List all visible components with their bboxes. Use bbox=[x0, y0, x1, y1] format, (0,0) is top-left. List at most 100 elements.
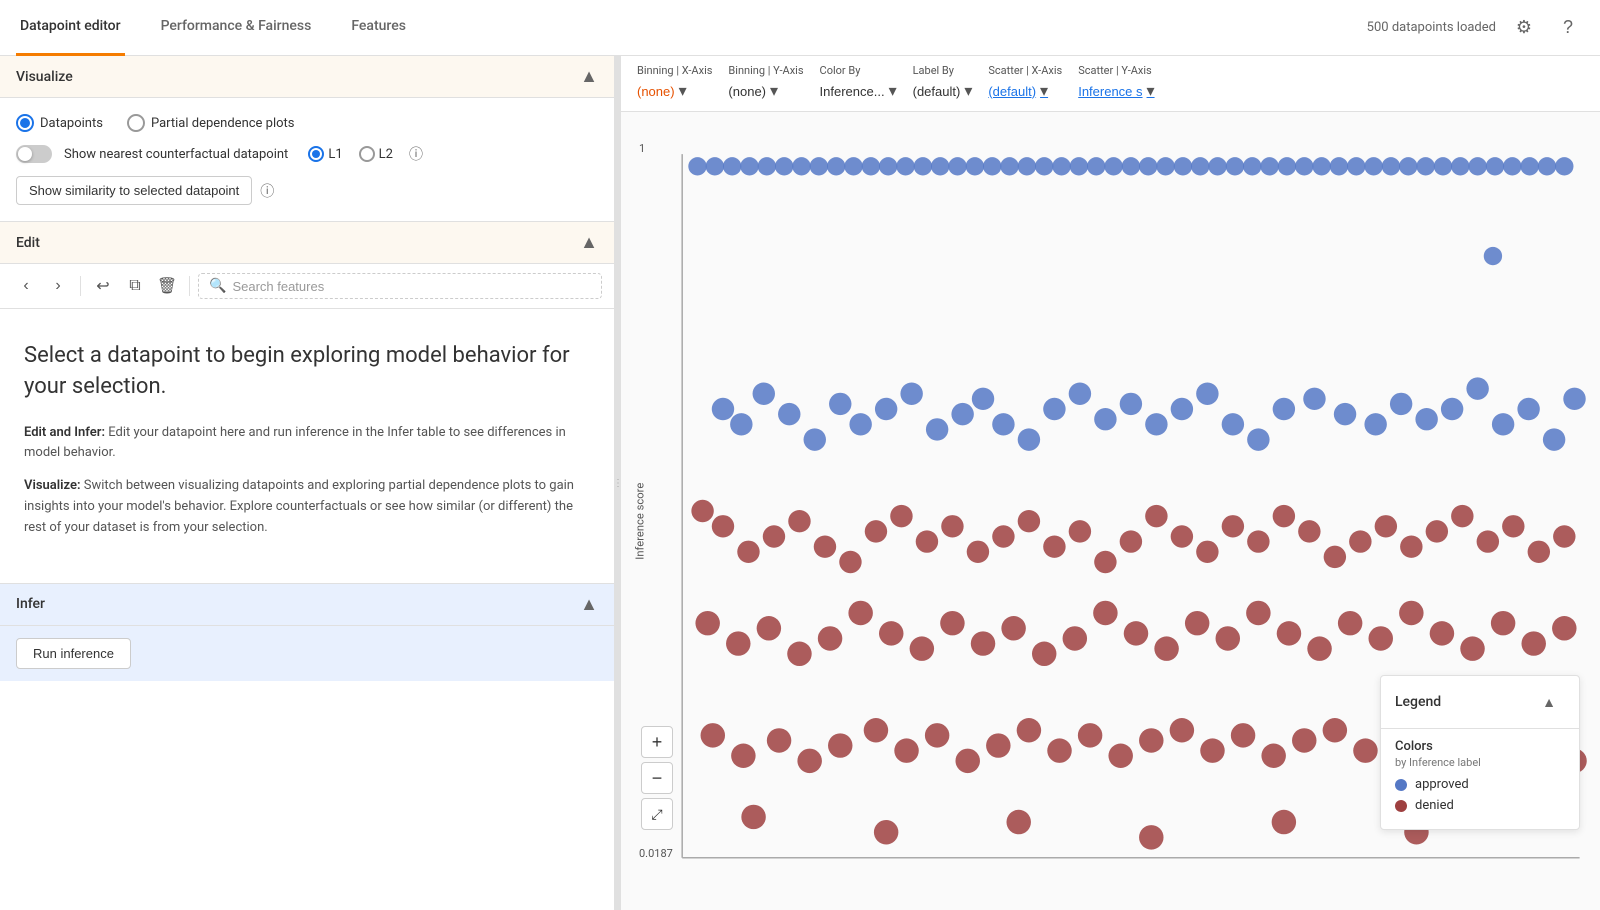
left-panel: Visualize ▲ Datapoints Partial dependenc… bbox=[0, 56, 615, 910]
toggle-knob bbox=[18, 147, 32, 161]
search-input[interactable] bbox=[232, 279, 591, 294]
search-icon: 🔍 bbox=[209, 278, 226, 294]
counterfactual-label: Show nearest counterfactual datapoint bbox=[64, 147, 288, 162]
legend-item-denied: denied bbox=[1395, 798, 1565, 813]
label-by-button[interactable]: (default) ▾ bbox=[913, 79, 973, 103]
l2-radio-outer bbox=[359, 146, 375, 162]
zoom-in-button[interactable]: + bbox=[641, 726, 673, 758]
undo-button[interactable]: ↩ bbox=[89, 272, 117, 300]
binning-x-button[interactable]: (none) ▾ bbox=[637, 79, 712, 103]
scatter-x-dropdown-group: Scatter | X-Axis (default) ▾ bbox=[988, 64, 1062, 103]
delete-button[interactable]: 🗑 bbox=[153, 272, 181, 300]
label-by-value: (default) bbox=[913, 84, 961, 99]
search-box: 🔍 bbox=[198, 273, 602, 299]
main-layout: Visualize ▲ Datapoints Partial dependenc… bbox=[0, 56, 1600, 910]
l1-l2-group: L1 L2 ⓘ bbox=[308, 144, 423, 164]
infer-chevron-icon: ▲ bbox=[580, 594, 598, 615]
settings-button[interactable]: ⚙ bbox=[1508, 12, 1540, 44]
scatter-y-dropdown-group: Scatter | Y-Axis Inference s ▾ bbox=[1078, 64, 1154, 103]
top-navigation: Datapoint editor Performance & Fairness … bbox=[0, 0, 1600, 56]
scatter-x-button[interactable]: (default) ▾ bbox=[988, 79, 1062, 103]
scatter-x-arrow-icon: ▾ bbox=[1040, 81, 1048, 101]
help-text-1-body: Edit your datapoint here and run inferen… bbox=[24, 425, 566, 461]
infer-content: Run inference bbox=[0, 626, 614, 681]
visualization-type-radio-group: Datapoints Partial dependence plots bbox=[16, 114, 598, 132]
infer-header[interactable]: Infer ▲ bbox=[0, 584, 614, 626]
edit-chevron-icon: ▲ bbox=[580, 232, 598, 253]
label-by-label: Label By bbox=[913, 64, 973, 77]
zoom-out-button[interactable]: − bbox=[641, 762, 673, 794]
partial-dependence-radio[interactable]: Partial dependence plots bbox=[127, 114, 295, 132]
color-by-label: Color By bbox=[820, 64, 897, 77]
counterfactual-row: Show nearest counterfactual datapoint L1… bbox=[16, 144, 598, 164]
scatter-y-label: Scatter | Y-Axis bbox=[1078, 64, 1154, 77]
scatter-y-value: Inference s bbox=[1078, 84, 1142, 99]
binning-x-arrow-icon: ▾ bbox=[679, 81, 687, 101]
binning-y-button[interactable]: (none) ▾ bbox=[728, 79, 803, 103]
edit-header[interactable]: Edit ▲ bbox=[0, 222, 614, 264]
back-button[interactable]: ‹ bbox=[12, 272, 40, 300]
label-by-dropdown-group: Label By (default) ▾ bbox=[913, 64, 973, 103]
similarity-row: Show similarity to selected datapoint ⓘ bbox=[16, 176, 598, 205]
y-axis-tick-bottom: 0.0187 bbox=[639, 847, 673, 860]
l2-radio-item[interactable]: L2 bbox=[359, 146, 393, 162]
legend-collapse-button[interactable]: ▲ bbox=[1533, 686, 1565, 718]
visualize-chevron-icon: ▲ bbox=[580, 66, 598, 87]
counterfactual-toggle[interactable] bbox=[16, 145, 52, 163]
color-by-arrow-icon: ▾ bbox=[889, 81, 897, 101]
similarity-button[interactable]: Show similarity to selected datapoint bbox=[16, 176, 252, 205]
l2-label: L2 bbox=[379, 147, 393, 162]
datapoints-loaded-label: 500 datapoints loaded bbox=[1367, 20, 1496, 35]
visualize-header[interactable]: Visualize ▲ bbox=[0, 56, 614, 98]
help-text-1: Edit and Infer: Edit your datapoint here… bbox=[24, 423, 590, 465]
zoom-fit-button[interactable]: ⤢ bbox=[641, 798, 673, 830]
color-by-value: Inference... bbox=[820, 84, 885, 99]
edit-section: Edit ▲ ‹ › ↩ ⧉ 🗑 🔍 Select a datapoint to… bbox=[0, 222, 614, 584]
visualize-section: Visualize ▲ Datapoints Partial dependenc… bbox=[0, 56, 614, 222]
l1-label: L1 bbox=[328, 147, 342, 162]
edit-toolbar: ‹ › ↩ ⧉ 🗑 🔍 bbox=[0, 264, 614, 309]
datapoints-radio-inner bbox=[20, 118, 30, 128]
binning-x-label: Binning | X-Axis bbox=[637, 64, 712, 77]
binning-y-label: Binning | Y-Axis bbox=[728, 64, 803, 77]
tab-datapoint-editor[interactable]: Datapoint editor bbox=[16, 0, 125, 56]
visualize-title: Visualize bbox=[16, 69, 73, 85]
right-panel: Binning | X-Axis (none) ▾ Binning | Y-Ax… bbox=[621, 56, 1600, 910]
toolbar-divider-1 bbox=[80, 276, 81, 296]
legend-dot-approved bbox=[1395, 779, 1407, 791]
binning-x-dropdown-group: Binning | X-Axis (none) ▾ bbox=[637, 64, 712, 103]
scatter-y-button[interactable]: Inference s ▾ bbox=[1078, 79, 1154, 103]
datapoints-radio-outer bbox=[16, 114, 34, 132]
color-by-button[interactable]: Inference... ▾ bbox=[820, 79, 897, 103]
l1-radio-item[interactable]: L1 bbox=[308, 146, 342, 162]
binning-y-dropdown-group: Binning | Y-Axis (none) ▾ bbox=[728, 64, 803, 103]
zoom-controls: + − ⤢ bbox=[641, 726, 673, 830]
scatter-x-value: (default) bbox=[988, 84, 1036, 99]
scatter-x-label: Scatter | X-Axis bbox=[988, 64, 1062, 77]
datapoints-radio[interactable]: Datapoints bbox=[16, 114, 103, 132]
l1-radio-outer bbox=[308, 146, 324, 162]
svg-text:Inference score: Inference score bbox=[633, 483, 646, 560]
tab-features[interactable]: Features bbox=[347, 0, 410, 56]
run-inference-button[interactable]: Run inference bbox=[16, 638, 131, 669]
legend-title: Legend bbox=[1395, 694, 1441, 710]
legend-colors-subtitle: by Inference label bbox=[1395, 756, 1565, 769]
nav-right: 500 datapoints loaded ⚙ ? bbox=[1367, 12, 1584, 44]
forward-button[interactable]: › bbox=[44, 272, 72, 300]
legend-label-approved: approved bbox=[1415, 777, 1469, 792]
legend-header: Legend ▲ bbox=[1381, 676, 1579, 729]
l1-radio-inner bbox=[312, 150, 320, 158]
counterfactual-info-icon[interactable]: ⓘ bbox=[409, 144, 423, 164]
scatter-y-arrow-icon: ▾ bbox=[1147, 81, 1155, 101]
help-button[interactable]: ? bbox=[1552, 12, 1584, 44]
legend-body: Colors by Inference label approved denie… bbox=[1381, 729, 1579, 829]
similarity-info-icon[interactable]: ⓘ bbox=[260, 181, 274, 201]
infer-title: Infer bbox=[16, 596, 45, 612]
y-axis-tick-top: 1 bbox=[639, 142, 645, 155]
copy-button[interactable]: ⧉ bbox=[121, 272, 149, 300]
legend-label-denied: denied bbox=[1415, 798, 1454, 813]
chart-toolbar: Binning | X-Axis (none) ▾ Binning | Y-Ax… bbox=[621, 56, 1600, 112]
tab-performance-fairness[interactable]: Performance & Fairness bbox=[157, 0, 316, 56]
binning-y-arrow-icon: ▾ bbox=[770, 81, 778, 101]
color-by-dropdown-group: Color By Inference... ▾ bbox=[820, 64, 897, 103]
